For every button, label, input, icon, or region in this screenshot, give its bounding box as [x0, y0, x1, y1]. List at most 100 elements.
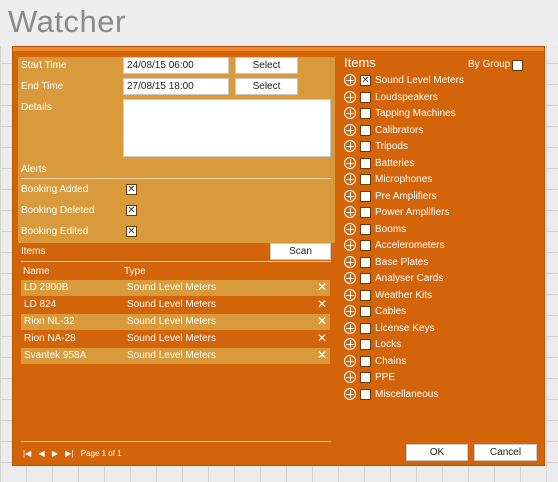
add-circle-icon[interactable] — [344, 305, 356, 317]
alert-booking-added-checkbox[interactable]: ✕ — [126, 184, 137, 195]
item-category-label: Cables — [375, 306, 407, 317]
item-category-row[interactable]: Analyser Cards — [344, 271, 540, 287]
checkbox-icon[interactable] — [360, 190, 371, 202]
add-circle-icon[interactable] — [344, 371, 356, 383]
table-row[interactable]: Svantek 958A Sound Level Meters ✕ — [21, 348, 330, 364]
add-circle-icon[interactable] — [344, 189, 356, 202]
item-category-row[interactable]: License Keys — [344, 321, 540, 337]
checkbox-icon[interactable] — [360, 124, 371, 136]
item-category-row[interactable]: Batteries — [344, 156, 540, 172]
item-category-row[interactable]: Miscellaneous — [344, 387, 540, 403]
item-category-row[interactable]: ✕ Sound Level Meters — [344, 73, 540, 89]
add-circle-icon[interactable] — [344, 288, 356, 301]
checkbox-icon[interactable] — [360, 306, 371, 317]
add-circle-icon[interactable] — [344, 272, 356, 284]
add-circle-icon[interactable] — [344, 239, 356, 251]
table-row[interactable]: Rion NL-32 Sound Level Meters ✕ — [21, 314, 330, 330]
add-circle-icon[interactable] — [344, 354, 356, 367]
item-category-row[interactable]: Booms — [344, 222, 540, 238]
checkbox-icon[interactable] — [360, 141, 371, 152]
item-category-row[interactable]: Tripods — [344, 139, 540, 155]
table-row[interactable]: Rion NA-28 Sound Level Meters ✕ — [21, 331, 330, 347]
add-circle-icon[interactable] — [344, 74, 356, 86]
add-circle-icon[interactable] — [344, 123, 356, 136]
checkbox-icon[interactable]: ✕ — [360, 75, 371, 86]
row-type: Sound Level Meters — [127, 316, 216, 327]
close-icon[interactable]: ✕ — [317, 348, 327, 362]
close-icon[interactable]: ✕ — [317, 280, 327, 294]
checkbox-icon[interactable] — [360, 256, 371, 268]
checkbox-icon[interactable] — [360, 355, 371, 367]
add-circle-icon[interactable] — [344, 222, 356, 235]
item-category-row[interactable]: Tapping Machines — [344, 106, 540, 122]
close-icon[interactable]: ✕ — [317, 314, 327, 328]
add-circle-icon[interactable] — [344, 90, 356, 103]
add-circle-icon[interactable] — [344, 387, 356, 400]
start-time-input[interactable]: 24/08/15 06:00 — [123, 57, 229, 74]
alert-booking-deleted-label: Booking Deleted — [21, 205, 95, 216]
checkbox-icon[interactable] — [360, 372, 371, 383]
end-time-input[interactable]: 27/08/15 18:00 — [123, 78, 229, 95]
close-icon[interactable]: ✕ — [317, 331, 327, 345]
end-time-label: End Time — [21, 81, 64, 92]
checkbox-icon[interactable] — [360, 339, 371, 350]
checkbox-icon[interactable] — [360, 91, 371, 103]
alerts-divider — [21, 178, 331, 179]
item-category-row[interactable]: Loudspeakers — [344, 90, 540, 106]
add-circle-icon[interactable] — [344, 107, 356, 119]
alert-booking-edited-checkbox[interactable]: ✕ — [126, 226, 137, 237]
by-group-checkbox[interactable] — [512, 60, 523, 71]
checkbox-icon[interactable] — [360, 240, 371, 251]
start-select-button[interactable]: Select — [235, 57, 298, 74]
add-circle-icon[interactable] — [344, 173, 356, 185]
checkbox-icon[interactable] — [360, 388, 371, 400]
item-category-label: Chains — [375, 355, 407, 367]
alert-booking-edited-label: Booking Edited — [21, 226, 89, 237]
checkbox-icon[interactable] — [360, 157, 371, 169]
item-category-row[interactable]: Calibrators — [344, 123, 540, 139]
items-panel-title: Items — [344, 55, 376, 70]
table-row[interactable]: LD 2900B Sound Level Meters ✕ — [21, 280, 330, 296]
scan-button[interactable]: Scan — [270, 243, 331, 260]
checkbox-icon[interactable] — [360, 108, 371, 119]
alert-booking-deleted-checkbox[interactable]: ✕ — [126, 205, 137, 216]
checkbox-icon[interactable] — [360, 223, 371, 235]
checkbox-icon[interactable] — [360, 174, 371, 185]
add-circle-icon[interactable] — [344, 321, 356, 334]
add-circle-icon[interactable] — [344, 206, 356, 218]
add-circle-icon[interactable] — [344, 338, 356, 350]
items-divider — [21, 261, 331, 262]
cancel-button[interactable]: Cancel — [474, 444, 537, 461]
add-circle-icon[interactable] — [344, 140, 356, 152]
item-category-row[interactable]: Pre Amplifiers — [344, 189, 540, 205]
alert-booking-added-label: Booking Added — [21, 184, 89, 195]
last-page-icon[interactable]: ▶| — [65, 449, 73, 458]
add-circle-icon[interactable] — [344, 255, 356, 268]
add-circle-icon[interactable] — [344, 156, 356, 169]
checkbox-icon[interactable] — [360, 273, 371, 284]
table-row[interactable]: LD 824 Sound Level Meters ✕ — [21, 297, 330, 313]
item-category-row[interactable]: Chains — [344, 354, 540, 370]
close-icon[interactable]: ✕ — [317, 297, 327, 311]
end-select-button[interactable]: Select — [235, 78, 298, 95]
item-category-row[interactable]: PPE — [344, 370, 540, 386]
page-indicator: Page 1 of 1 — [80, 449, 122, 458]
item-category-row[interactable]: Locks — [344, 337, 540, 353]
item-category-row[interactable]: Cables — [344, 304, 540, 320]
item-category-row[interactable]: Weather Kits — [344, 288, 540, 304]
first-page-icon[interactable]: |◀ — [23, 449, 31, 458]
checkbox-icon[interactable] — [360, 289, 371, 301]
item-category-row[interactable]: Base Plates — [344, 255, 540, 271]
ok-button[interactable]: OK — [406, 444, 468, 461]
row-name: Svantek 958A — [24, 350, 87, 361]
checkbox-icon[interactable] — [360, 322, 371, 334]
details-textarea[interactable] — [123, 99, 331, 157]
item-category-row[interactable]: Microphones — [344, 172, 540, 188]
prev-page-icon[interactable]: ◀ — [38, 449, 44, 458]
checkbox-icon[interactable] — [360, 207, 371, 218]
item-category-label: Batteries — [375, 157, 415, 169]
item-category-row[interactable]: Power Amplifiers — [344, 205, 540, 221]
item-category-row[interactable]: Accelerometers — [344, 238, 540, 254]
watcher-dialog: Start Time 24/08/15 06:00 Select End Tim… — [12, 46, 545, 466]
next-page-icon[interactable]: ▶ — [52, 449, 58, 458]
